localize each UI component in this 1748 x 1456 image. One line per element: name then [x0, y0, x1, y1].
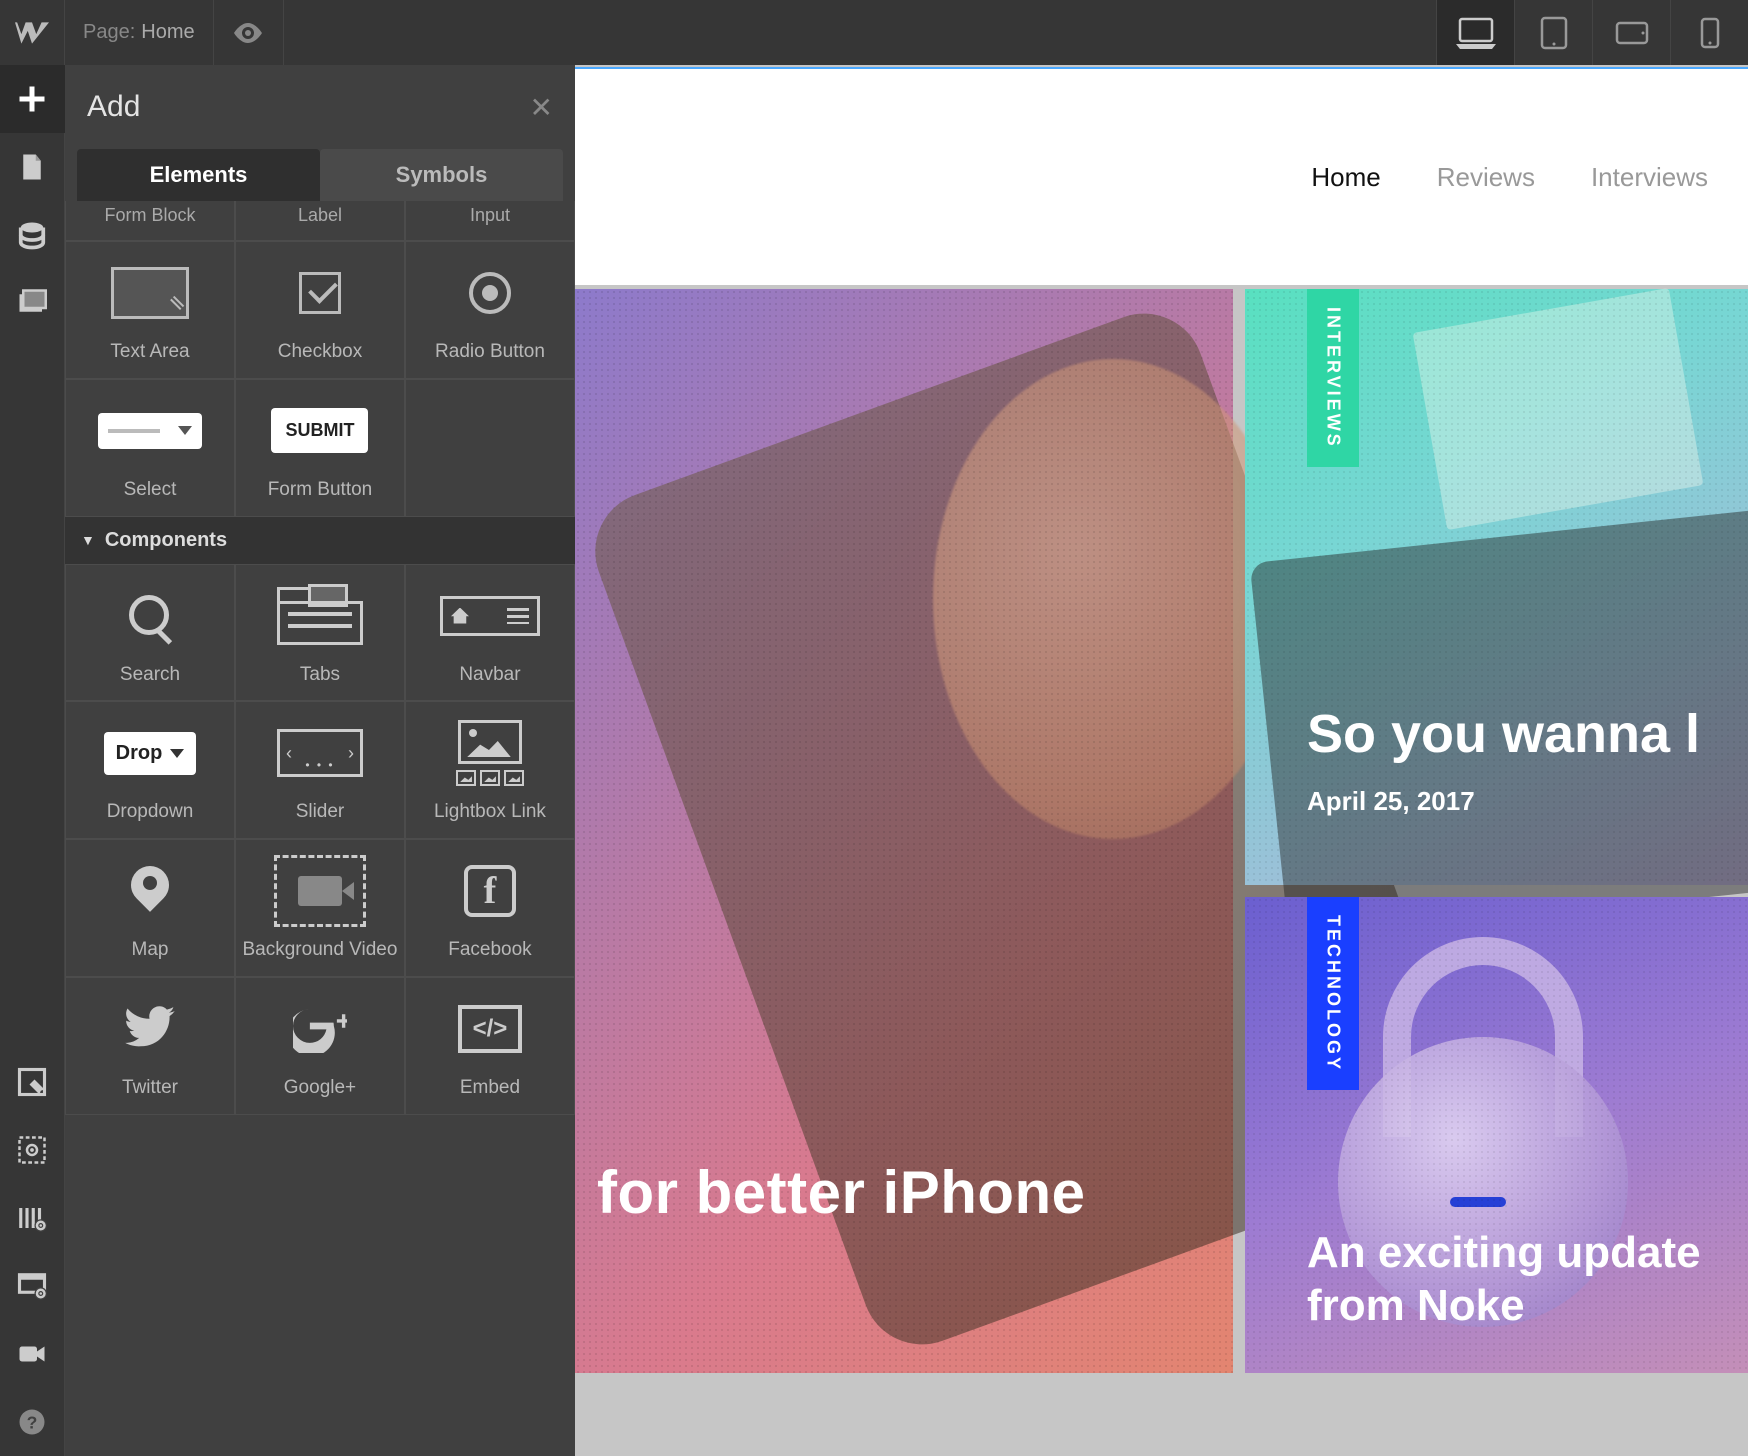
card-date: April 25, 2017: [1307, 786, 1475, 817]
component-embed[interactable]: </> Embed: [405, 977, 575, 1115]
radio-icon: [469, 272, 511, 314]
tool-audit[interactable]: [0, 1184, 65, 1252]
tabs-icon: [277, 587, 363, 645]
element-select[interactable]: Select: [65, 379, 235, 517]
element-text-area[interactable]: Text Area: [65, 241, 235, 379]
textarea-icon: [111, 267, 189, 319]
tool-pages[interactable]: [0, 133, 65, 201]
map-pin-icon: [131, 866, 169, 916]
component-navbar[interactable]: Navbar: [405, 564, 575, 702]
site-navbar: Home Reviews Interviews: [575, 67, 1748, 285]
element-form-button[interactable]: SUBMIT Form Button: [235, 379, 405, 517]
close-icon[interactable]: ✕: [530, 91, 553, 124]
element-radio-button[interactable]: Radio Button: [405, 241, 575, 379]
device-tablet-landscape[interactable]: [1592, 0, 1670, 65]
tool-add[interactable]: [0, 65, 65, 133]
tab-elements[interactable]: Elements: [77, 149, 320, 201]
navbar-icon: [440, 596, 540, 636]
checkbox-icon: [299, 272, 341, 314]
hero-card[interactable]: for better iPhone: [575, 289, 1233, 1373]
tool-settings-view[interactable]: [0, 1252, 65, 1320]
component-twitter[interactable]: Twitter: [65, 977, 235, 1115]
page-selector[interactable]: Page: Home: [65, 0, 214, 65]
current-page-name: Home: [141, 21, 194, 44]
google-plus-icon: [293, 999, 347, 1058]
tab-symbols[interactable]: Symbols: [320, 149, 563, 201]
bg-video-icon: [274, 855, 366, 927]
submit-icon: SUBMIT: [271, 408, 368, 453]
component-map[interactable]: Map: [65, 839, 235, 977]
panel-title: Add: [87, 90, 140, 124]
device-tablet[interactable]: [1514, 0, 1592, 65]
category-tag-technology: TECHNOLOGY: [1307, 897, 1359, 1090]
card-headline: So you wanna l: [1307, 703, 1700, 765]
caret-down-icon: ▼: [81, 532, 95, 548]
element-label[interactable]: Label: [235, 201, 405, 241]
element-checkbox[interactable]: Checkbox: [235, 241, 405, 379]
component-slider[interactable]: ‹› Slider: [235, 701, 405, 839]
component-facebook[interactable]: f Facebook: [405, 839, 575, 977]
embed-icon: </>: [458, 1005, 522, 1053]
app-topbar: Page: Home: [0, 0, 1748, 65]
preview-toggle[interactable]: [214, 0, 284, 65]
component-tabs[interactable]: Tabs: [235, 564, 405, 702]
design-canvas[interactable]: Home Reviews Interviews for better iPhon…: [575, 65, 1748, 1456]
select-icon: [98, 413, 202, 449]
component-google-plus[interactable]: Google+: [235, 977, 405, 1115]
component-background-video[interactable]: Background Video: [235, 839, 405, 977]
add-panel: Add ✕ Elements Symbols Form Block Label …: [65, 65, 575, 1456]
device-mobile[interactable]: [1670, 0, 1748, 65]
hero-headline: for better iPhone: [597, 1158, 1086, 1227]
category-tag-interviews: INTERVIEWS: [1307, 289, 1359, 467]
element-form-block[interactable]: Form Block: [65, 201, 235, 241]
tool-cms[interactable]: [0, 201, 65, 269]
lightbox-icon: [456, 720, 524, 786]
page-label-prefix: Page:: [83, 21, 135, 44]
webflow-logo[interactable]: [0, 0, 65, 65]
nav-link-interviews[interactable]: Interviews: [1591, 162, 1708, 193]
element-input[interactable]: Input: [405, 201, 575, 241]
tool-style-preview[interactable]: [0, 1116, 65, 1184]
twitter-icon: [123, 999, 177, 1058]
component-lightbox-link[interactable]: Lightbox Link: [405, 701, 575, 839]
search-icon: [125, 591, 175, 641]
section-header-components[interactable]: ▼ Components: [65, 517, 575, 564]
tool-assets[interactable]: [0, 269, 65, 337]
card-interviews[interactable]: INTERVIEWS So you wanna l April 25, 2017: [1245, 289, 1748, 885]
dropdown-icon: Drop: [104, 732, 197, 775]
tool-video[interactable]: [0, 1320, 65, 1388]
slider-icon: ‹›: [277, 729, 363, 777]
facebook-icon: f: [464, 865, 516, 917]
nav-link-home[interactable]: Home: [1311, 162, 1380, 193]
tool-navigator[interactable]: [0, 1048, 65, 1116]
card-technology[interactable]: TECHNOLOGY An exciting update from Noke: [1245, 897, 1748, 1373]
nav-link-reviews[interactable]: Reviews: [1437, 162, 1535, 193]
svg-text:?: ?: [27, 1412, 38, 1432]
card-headline: An exciting update from Noke: [1307, 1227, 1748, 1333]
component-dropdown[interactable]: Drop Dropdown: [65, 701, 235, 839]
device-desktop[interactable]: [1436, 0, 1514, 65]
component-search[interactable]: Search: [65, 564, 235, 702]
tool-help[interactable]: ?: [0, 1388, 65, 1456]
left-toolbar: ?: [0, 65, 65, 1456]
